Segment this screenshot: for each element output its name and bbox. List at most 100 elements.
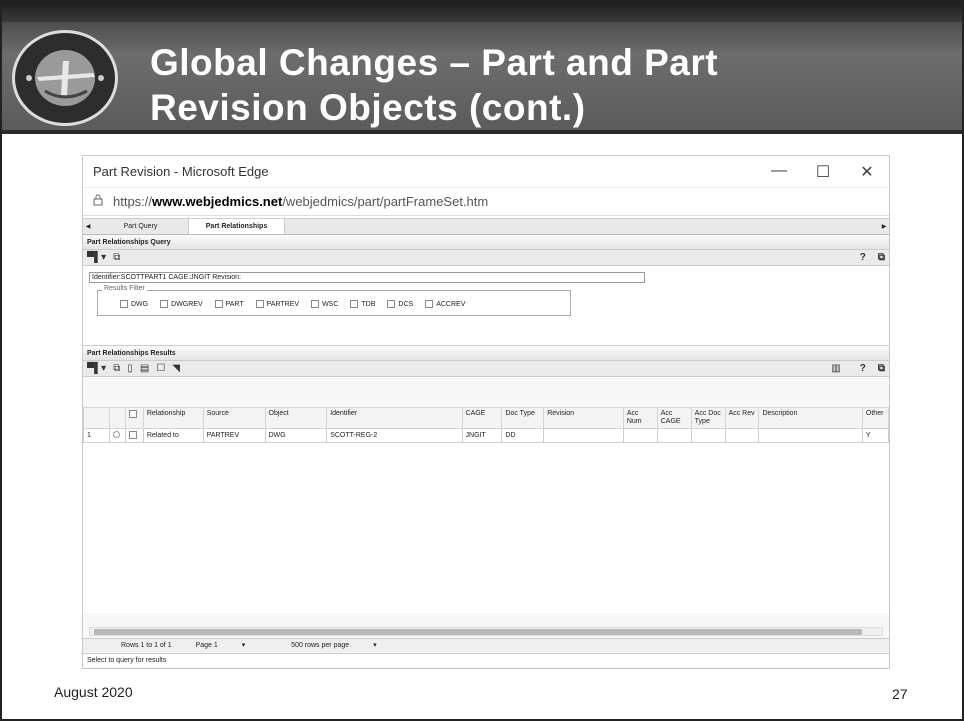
lock-icon [93,194,103,209]
attach-icon[interactable]: ▤ [140,363,149,374]
filter-wsc[interactable]: WSC [311,300,338,308]
cell-description [758,428,863,443]
page-selector[interactable]: Page 1 ▾ [196,642,268,649]
rows-per-page-label: 500 rows per page [291,642,350,649]
column-header-cage[interactable]: CAGE [461,407,503,429]
results-menu-icon[interactable]: ▀▌▾ [87,363,106,374]
column-header-acc-rev[interactable]: Acc Rev [724,407,760,429]
header-strip [2,2,962,22]
page-number: 27 [892,686,908,702]
horizontal-scrollbar[interactable] [89,627,883,636]
jedmics-seal-logo [12,30,118,126]
browser-titlebar: Part Revision - Microsoft Edge — ☐ ✕ [83,156,889,188]
cell-object: DWG [264,428,328,443]
tab-strip: ◀ Part Query Part Relationships ▶ [83,219,889,235]
column-header-source[interactable]: Source [202,407,266,429]
tab-scroll-left-icon[interactable]: ◀ [83,219,93,234]
checkbox-icon[interactable] [160,300,169,308]
column-header-description[interactable]: Description [758,407,863,429]
minimize-button[interactable]: — [757,162,801,182]
filter-part[interactable]: PART [214,300,244,308]
square-icon[interactable]: ☐ [156,363,165,374]
results-filter-group: Results Filter DWG DWGREV PART PARTREV W… [97,285,571,316]
scrollbar-thumb[interactable] [94,629,862,635]
cell-acc-rev [724,428,760,443]
filter-options: DWG DWGREV PART PARTREV WSC TDB DCS ACCR… [120,300,477,308]
tab-strip-fill [285,219,879,234]
filter-dcs[interactable]: DCS [387,300,413,308]
filter-dwg[interactable]: DWG [120,300,148,308]
filter-dwg-label: DWG [131,300,149,308]
chevron-down-icon[interactable]: ▾ [373,642,377,649]
results-toolbar: ▀▌▾ ⧉ ▯ ▤ ☐ ◥ ▥ ? ⧉ [83,361,889,377]
checkbox-icon[interactable] [128,430,137,439]
browser-window: Part Revision - Microsoft Edge — ☐ ✕ htt… [82,155,890,669]
row-radio-cell[interactable] [108,428,126,443]
slide: Global Changes – Part and Part Revision … [0,0,964,721]
table-header-row: Relationship Source Object Identifier CA… [83,407,890,429]
results-filter-label: Results Filter [102,285,147,292]
copy-icon[interactable]: ⧉ [113,252,120,263]
url-host: www.webjedmics.net [152,194,283,209]
column-header-identifier[interactable]: Identifier [326,407,463,429]
radio-icon[interactable] [112,431,120,438]
chevron-down-icon[interactable]: ▾ [242,642,246,649]
copy-icon[interactable]: ⧉ [113,363,120,374]
checkbox-icon[interactable] [425,300,434,308]
query-menu-icon[interactable]: ▀▌▾ [87,252,106,263]
delete-icon[interactable]: ▥ [831,363,840,374]
column-header-acc-cage[interactable]: Acc CAGE [656,407,692,429]
checkbox-icon[interactable] [255,300,264,308]
query-section-header: Part Relationships Query [83,235,889,250]
column-header-acc-doc-type[interactable]: Acc Doc Type [690,407,726,429]
checkbox-icon[interactable] [350,300,359,308]
rows-info: Rows 1 to 1 of 1 [121,642,172,649]
tab-part-query[interactable]: Part Query [93,219,189,234]
header-line [2,130,962,134]
column-header-object[interactable]: Object [264,407,328,429]
column-header-other[interactable]: Other [861,407,890,429]
cell-source: PARTREV [202,428,266,443]
filter-tdb-label: TDB [361,300,376,308]
select-all-checkbox[interactable] [124,407,144,429]
tab-part-relationships[interactable]: Part Relationships [189,219,285,234]
checkbox-icon[interactable] [387,300,396,308]
address-bar[interactable]: https:// www.webjedmics.net /webjedmics/… [83,188,889,216]
checkbox-icon[interactable] [128,410,137,418]
rows-per-page-select[interactable]: 500 rows per page ▾ [291,642,398,649]
filter-accrev[interactable]: ACCREV [425,300,465,308]
restore-panel-icon[interactable]: ⧉ [878,363,885,374]
filter-accrev-label: ACCREV [436,300,466,308]
column-header-revision[interactable]: Revision [543,407,624,429]
help-icon[interactable]: ? [860,363,866,374]
footer-date: August 2020 [54,684,133,700]
column-header-doc-type[interactable]: Doc Type [501,407,545,429]
checkbox-icon[interactable] [214,300,223,308]
url-prefix: https:// [113,194,153,209]
window-controls: — ☐ ✕ [757,162,889,182]
column-header-row-number [83,407,110,429]
document-icon[interactable]: ▯ [127,363,133,374]
checkbox-icon[interactable] [120,300,128,308]
query-toolbar: ▀▌▾ ⧉ ? ⧉ [83,250,889,266]
filter-wsc-label: WSC [322,300,339,308]
table-row[interactable]: 1 Related to PARTREV DWG SCOTT-REG-2 JNG… [83,428,890,443]
filter-partrev[interactable]: PARTREV [255,300,299,308]
column-header-relationship[interactable]: Relationship [142,407,204,429]
tab-scroll-right-icon[interactable]: ▶ [879,219,889,234]
flag-icon[interactable]: ◥ [172,363,180,374]
maximize-button[interactable]: ☐ [801,162,845,182]
pagination-bar: Rows 1 to 1 of 1 Page 1 ▾ 500 rows per p… [83,638,889,652]
restore-panel-icon[interactable]: ⧉ [878,252,885,263]
webjedmics-app: ◀ Part Query Part Relationships ▶ Part R… [83,218,890,668]
column-header-acc-num[interactable]: Acc Num [622,407,658,429]
checkbox-icon[interactable] [311,300,320,308]
results-grid: Relationship Source Object Identifier CA… [83,407,890,613]
slide-title: Global Changes – Part and Part Revision … [150,40,930,130]
close-button[interactable]: ✕ [845,162,889,182]
query-criteria-field[interactable]: Identifier:SCOTTPART1 CAGE:JNGIT Revisio… [89,272,645,283]
filter-tdb[interactable]: TDB [350,300,375,308]
row-checkbox-cell[interactable] [124,428,144,443]
help-icon[interactable]: ? [860,252,866,263]
filter-dwgrev[interactable]: DWGREV [160,300,203,308]
